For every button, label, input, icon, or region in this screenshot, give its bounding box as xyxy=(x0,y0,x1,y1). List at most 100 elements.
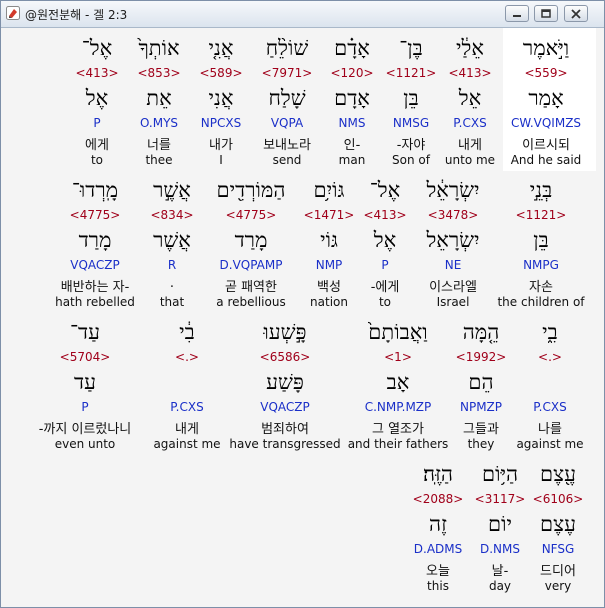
hebrew-word: הֵ֤מָּה xyxy=(462,320,500,344)
english-gloss: hath rebelled xyxy=(55,295,135,309)
hebrew-word: הַמּוֹרְדִ֖ים xyxy=(216,178,286,202)
strong-number[interactable]: <120> xyxy=(330,66,373,80)
english-gloss: to xyxy=(378,295,392,309)
lemma: מָרַד xyxy=(78,228,112,252)
strong-number[interactable]: <3117> xyxy=(475,492,526,506)
strong-number[interactable]: <559> xyxy=(524,66,567,80)
english-gloss: unto me xyxy=(444,153,496,167)
english-gloss: day xyxy=(488,579,512,593)
lemma: אֵת xyxy=(146,86,172,110)
window-title: @원전분해 - 겔 2:3 xyxy=(25,8,128,22)
english-gloss: Israel xyxy=(436,295,470,309)
english-gloss: send xyxy=(272,153,302,167)
lemma: מָרַד xyxy=(234,228,268,252)
english-gloss: man xyxy=(338,153,366,167)
strong-number[interactable]: <.> xyxy=(538,350,562,364)
korean-gloss: 그들과 xyxy=(463,422,499,437)
lemma: בֵּן xyxy=(533,228,549,252)
hebrew-word: אֲשֶׁ֣ר xyxy=(153,178,191,202)
strong-number[interactable]: <1471> xyxy=(304,208,355,222)
hebrew-word: בִ֑י xyxy=(542,320,558,344)
parse-code: NFSG xyxy=(541,542,575,556)
lemma: זֶה xyxy=(429,512,447,536)
app-window: @원전분해 - 겔 2:3 וַיֹּ֣אמֶר <559> אָמַר CW.… xyxy=(0,0,605,608)
parse-code: VQACZP xyxy=(70,258,120,272)
english-gloss: they xyxy=(467,437,495,451)
restore-button[interactable] xyxy=(534,5,558,22)
title-bar[interactable]: @원전분해 - 겔 2:3 xyxy=(1,1,604,28)
english-gloss: a rebellious xyxy=(216,295,286,309)
lemma: יוֹם xyxy=(488,512,512,536)
english-gloss: And he said xyxy=(510,153,582,167)
korean-gloss: 범죄하여 xyxy=(261,422,309,437)
lemma: פָּשַׁע xyxy=(266,370,304,394)
strong-number[interactable]: <834> xyxy=(150,208,193,222)
restore-icon xyxy=(541,9,551,18)
strong-number[interactable]: <1121> xyxy=(516,208,567,222)
strong-number[interactable]: <2088> xyxy=(413,492,464,506)
hebrew-word: אָדָ֗ם xyxy=(334,36,370,60)
korean-gloss: -에게 xyxy=(370,280,400,295)
korean-gloss: 에게 xyxy=(85,138,109,153)
korean-gloss: 날- xyxy=(491,564,509,579)
strong-number[interactable]: <.> xyxy=(175,350,199,364)
strong-number[interactable]: <4775> xyxy=(70,208,121,222)
strong-number[interactable]: <6586> xyxy=(260,350,311,364)
english-gloss: to xyxy=(90,153,104,167)
lemma: הֵם xyxy=(468,370,494,394)
hebrew-word: עֶ֖צֶם xyxy=(540,462,576,486)
hebrew-word: שׁוֹלֵ֨חַ xyxy=(265,36,309,60)
close-button[interactable] xyxy=(564,5,588,22)
hebrew-word: אוֹתְךָ֙ xyxy=(138,36,180,60)
parse-code: P.CXS xyxy=(453,116,487,130)
strong-number[interactable]: <4775> xyxy=(226,208,277,222)
hebrew-word: גּוֹיִ֥ם xyxy=(313,178,345,202)
strong-number[interactable]: <1992> xyxy=(456,350,507,364)
strong-number[interactable]: <1> xyxy=(384,350,412,364)
hebrew-word: עַד־ xyxy=(69,320,101,344)
strong-number[interactable]: <7971> xyxy=(262,66,313,80)
lemma: אֶל xyxy=(373,228,397,252)
strong-number[interactable]: <853> xyxy=(137,66,180,80)
korean-gloss: . xyxy=(169,276,175,291)
parse-code: NMSG xyxy=(392,116,430,130)
english-gloss: even unto xyxy=(54,437,116,451)
strong-number[interactable]: <1121> xyxy=(386,66,437,80)
lemma: אָדָם xyxy=(334,86,370,110)
strong-number[interactable]: <413> xyxy=(75,66,118,80)
strong-number[interactable]: <6106> xyxy=(533,492,584,506)
english-gloss: I xyxy=(219,153,223,167)
strong-number[interactable]: <589> xyxy=(199,66,242,80)
close-icon xyxy=(571,9,581,19)
english-gloss: very xyxy=(544,579,572,593)
hebrew-word: בֶּן־ xyxy=(399,36,423,60)
strong-number[interactable]: <413> xyxy=(448,66,491,80)
parse-code: NPMZP xyxy=(459,400,503,414)
korean-gloss: 이르시되 xyxy=(522,138,570,153)
lemma: שָׁלַח xyxy=(268,86,306,110)
english-gloss: Son of xyxy=(392,153,430,167)
korean-gloss: 그 열조가 xyxy=(372,422,424,437)
analysis-panel: וַיֹּ֣אמֶר <559> אָמַר CW.VQIMZS 이르시되 An… xyxy=(1,28,604,607)
korean-gloss: -자야 xyxy=(396,138,426,153)
english-gloss: against me xyxy=(516,437,584,451)
lemma: אֶל xyxy=(85,86,109,110)
english-gloss: thee xyxy=(145,153,173,167)
korean-gloss: -까지 이르렀나니 xyxy=(38,422,132,437)
lemma: אֲנִי xyxy=(208,86,234,110)
lemma: אָב xyxy=(386,370,410,394)
hebrew-word: הַזֶּֽה׃ xyxy=(422,462,454,486)
hebrew-word: הַיּ֥וֹם xyxy=(481,462,519,486)
strong-number[interactable]: <5704> xyxy=(60,350,111,364)
parse-code: NMP xyxy=(315,258,343,272)
lemma: עַד xyxy=(74,370,96,394)
parse-code: P.CXS xyxy=(533,400,567,414)
minimize-button[interactable] xyxy=(505,5,529,22)
korean-gloss: 내가 xyxy=(209,138,233,153)
hebrew-word: אֲנִ֤י xyxy=(208,36,234,60)
strong-number[interactable]: <3478> xyxy=(428,208,479,222)
korean-gloss: 배반하는 자- xyxy=(60,280,130,295)
parse-code: CW.VQIMZS xyxy=(510,116,582,130)
parse-code: NMPG xyxy=(523,258,559,272)
strong-number[interactable]: <413> xyxy=(363,208,406,222)
